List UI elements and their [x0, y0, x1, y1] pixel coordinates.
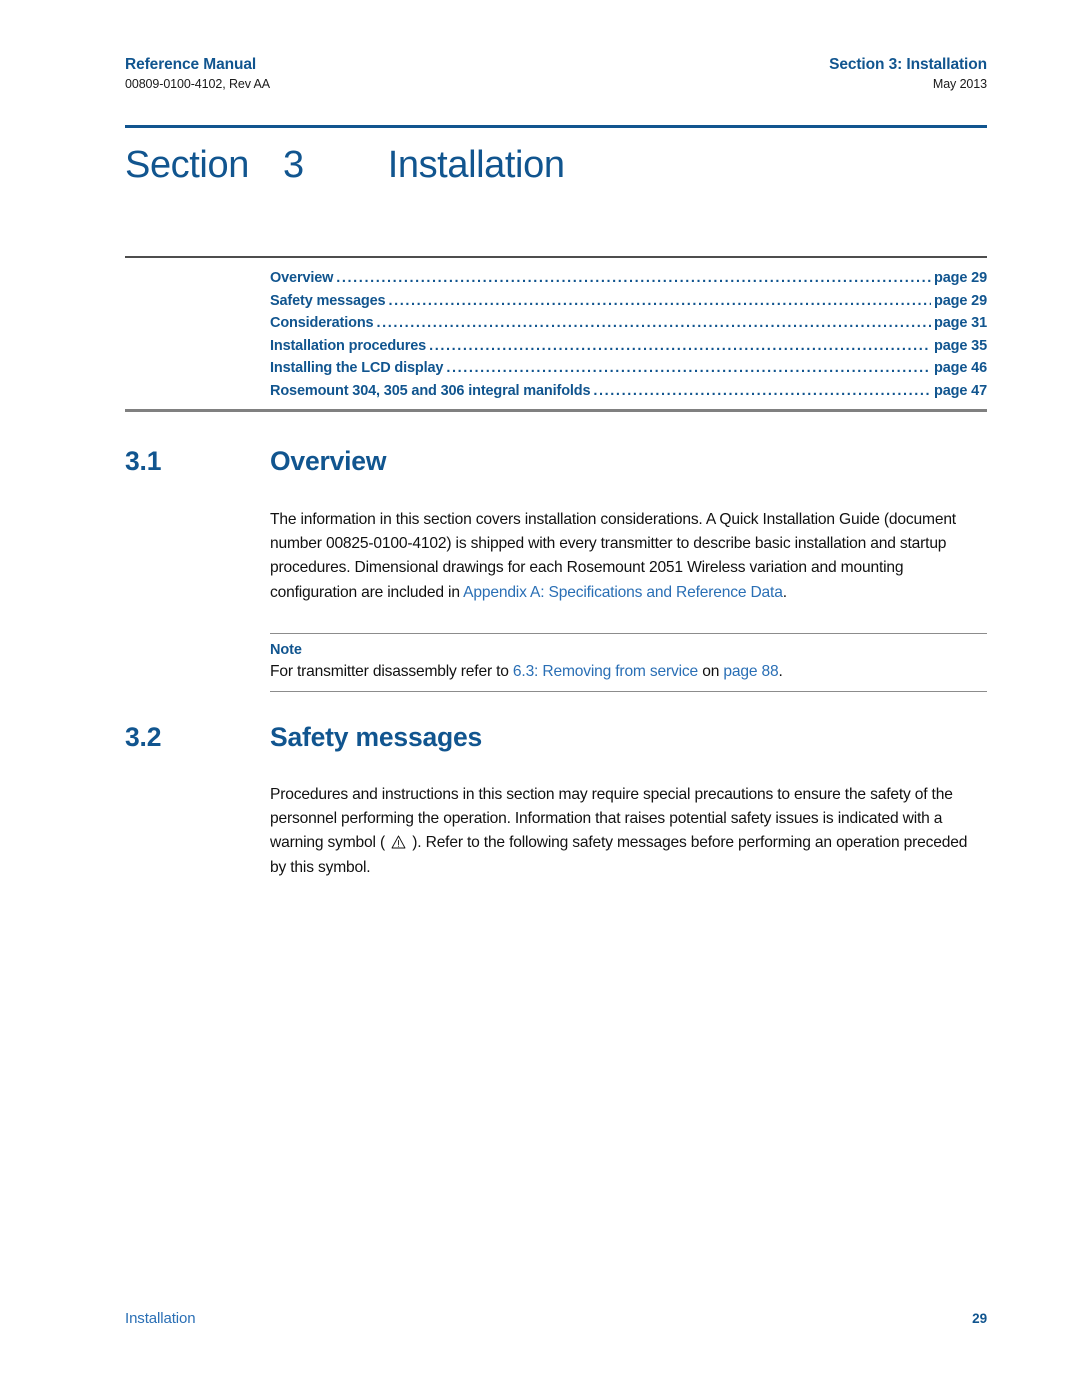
heading-3-1-number: 3.1	[125, 446, 162, 476]
note-text-lead: For transmitter disassembly refer to	[270, 663, 513, 680]
header-date: May 2013	[932, 77, 987, 91]
toc-leader-dots: ........................................…	[336, 270, 932, 286]
footer-page-number: 29	[972, 1311, 987, 1326]
toc-leader-dots: ........................................…	[446, 360, 931, 376]
header-right: Section 3: Installation May 2013	[829, 55, 987, 94]
heading-3-2: 3.2 Safety messages	[125, 722, 987, 753]
toc-entry-considerations[interactable]: Considerations .........................…	[125, 312, 987, 335]
section-title: Section 3 Installation	[125, 144, 987, 187]
note-block: Note For transmitter disassembly refer t…	[270, 633, 987, 692]
header-document-number: 00809-0100-4102, Rev AA	[125, 77, 271, 91]
toc-entry-installation-procedures[interactable]: Installation procedures ................…	[125, 335, 987, 358]
note-body: For transmitter disassembly refer to 6.3…	[270, 660, 987, 683]
toc-entry-label: Considerations	[270, 315, 374, 331]
toc-entry-safety-messages[interactable]: Safety messages ........................…	[125, 290, 987, 313]
header-left: Reference Manual 00809-0100-4102, Rev AA	[125, 55, 270, 94]
section-toc: Overview ...............................…	[125, 256, 987, 412]
note-text-middle: on	[698, 663, 724, 680]
footer-section-label: Installation	[125, 1310, 196, 1327]
page-footer: Installation 29	[125, 1310, 987, 1327]
section-title-number: 3	[282, 144, 304, 186]
header-manual-title: Reference Manual	[125, 56, 257, 73]
paragraph-overview-text-end: .	[782, 583, 787, 601]
heading-3-2-number: 3.2	[125, 722, 162, 752]
header-section-name: Section 3: Installation	[829, 56, 987, 73]
link-removing-from-service[interactable]: 6.3: Removing from service	[513, 663, 698, 680]
toc-leader-dots: ........................................…	[429, 337, 931, 354]
toc-leader-dots: ........................................…	[388, 292, 932, 309]
heading-3-2-title: Safety messages	[270, 722, 483, 752]
toc-leader-dots: ........................................…	[376, 315, 932, 331]
toc-entry-page: page 46	[934, 360, 987, 376]
paragraph-overview: The information in this section covers i…	[270, 508, 987, 605]
warning-triangle-icon	[391, 833, 406, 849]
toc-entry-label: Installation procedures	[270, 337, 427, 354]
link-page-88[interactable]: page 88	[723, 663, 778, 680]
toc-entry-page: page 31	[934, 315, 987, 331]
toc-entry-page: page 29	[934, 292, 987, 309]
header-divider-rule	[125, 125, 987, 128]
toc-entry-label: Installing the LCD display	[270, 360, 444, 376]
paragraph-safety-messages: Procedures and instructions in this sect…	[270, 783, 987, 880]
note-title: Note	[270, 642, 302, 658]
link-appendix-a[interactable]: Appendix A: Specifications and Reference…	[463, 584, 783, 601]
page-header: Reference Manual 00809-0100-4102, Rev AA…	[125, 55, 987, 94]
note-text-end: .	[778, 663, 783, 680]
toc-entry-page: page 47	[934, 382, 987, 399]
heading-3-1-title: Overview	[270, 446, 387, 476]
section-title-name: Installation	[387, 144, 565, 186]
toc-entry-label: Overview	[270, 270, 334, 286]
toc-entry-overview[interactable]: Overview ...............................…	[125, 267, 987, 290]
document-page: Reference Manual 00809-0100-4102, Rev AA…	[0, 0, 1080, 1397]
toc-entry-label: Safety messages	[270, 292, 386, 309]
toc-entry-label: Rosemount 304, 305 and 306 integral mani…	[270, 382, 591, 399]
toc-entry-page: page 35	[934, 337, 987, 354]
toc-leader-dots: ........................................…	[593, 382, 932, 399]
toc-entry-integral-manifolds[interactable]: Rosemount 304, 305 and 306 integral mani…	[125, 380, 987, 403]
heading-3-1: 3.1 Overview	[125, 446, 987, 477]
toc-entry-page: page 29	[934, 270, 987, 286]
toc-entry-installing-lcd-display[interactable]: Installing the LCD display .............…	[125, 357, 987, 380]
section-title-word: Section	[125, 144, 249, 186]
